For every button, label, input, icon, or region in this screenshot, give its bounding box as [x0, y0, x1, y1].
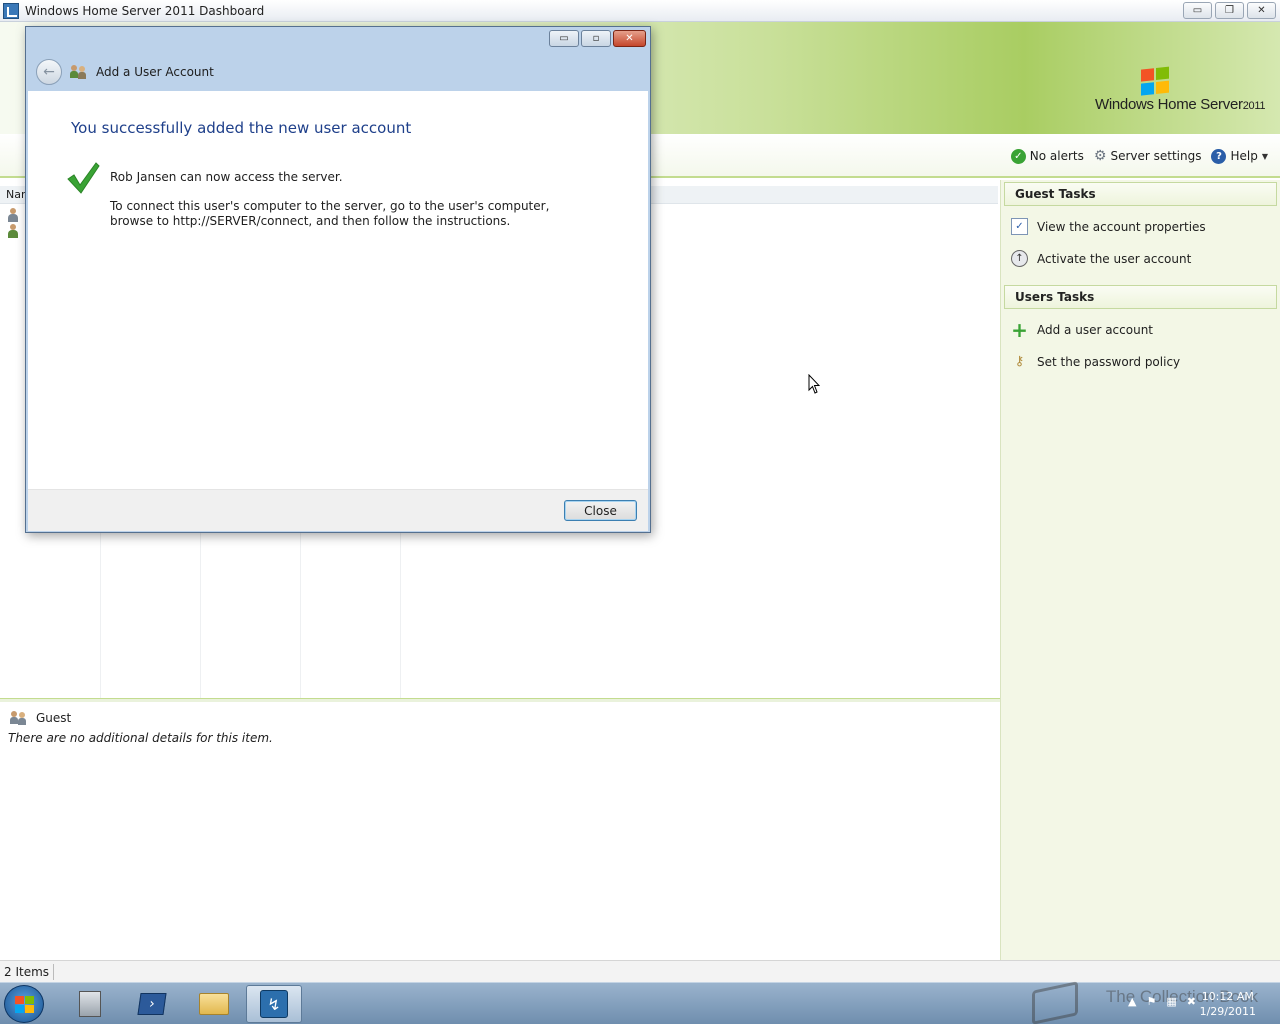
windows-flag-icon [1141, 66, 1171, 97]
details-pane: Guest There are no additional details fo… [0, 702, 1000, 960]
taskbar-powershell[interactable]: › [124, 985, 180, 1023]
close-button[interactable]: Close [564, 500, 637, 521]
logo-text: Windows Home Server2011 [1095, 96, 1266, 113]
back-arrow-icon[interactable]: ← [36, 59, 62, 85]
server-settings-button[interactable]: ⚙ Server settings [1094, 148, 1202, 164]
dialog-maximize-button[interactable]: ▫ [581, 30, 611, 47]
add-plus-icon: + [1011, 317, 1028, 342]
windows-start-icon [15, 996, 35, 1014]
dialog-header: ← Add a User Account [30, 51, 646, 93]
activate-arrow-icon: ↑ [1011, 250, 1028, 267]
help-button[interactable]: ? Help ▼ [1211, 148, 1268, 164]
help-label: Help [1230, 149, 1258, 163]
success-message: Rob Jansen can now access the server. [110, 170, 343, 184]
taskbar-server-manager[interactable] [62, 985, 118, 1023]
main-title-bar[interactable]: Windows Home Server 2011 Dashboard ▭ ❐ ✕ [0, 0, 1280, 22]
details-note: There are no additional details for this… [8, 731, 273, 745]
dialog-minimize-button[interactable]: ▭ [549, 30, 579, 47]
system-tray: ▲ ⚑ ▦ ✖ [1128, 995, 1196, 1008]
task-view-account-properties[interactable]: ✓ View the account properties [1011, 218, 1206, 235]
start-button[interactable] [4, 985, 44, 1023]
clock-date: 1/29/2011 [1199, 1005, 1256, 1018]
server-manager-icon [79, 991, 101, 1017]
windows-taskbar: › ↯ The Collection Book ▲ ⚑ ▦ ✖ 10:12 AM… [0, 982, 1280, 1024]
gear-icon: ⚙ [1093, 148, 1107, 164]
success-check-icon [67, 162, 100, 194]
dialog-footer: Close [28, 489, 648, 531]
details-title: Guest [36, 711, 72, 725]
task-label: Add a user account [1037, 322, 1154, 337]
guest-users-icon [10, 710, 28, 726]
success-heading: You successfully added the new user acco… [71, 119, 412, 137]
keys-icon: ⚷ [1014, 354, 1025, 369]
items-count: 2 Items [0, 963, 55, 980]
alerts-status[interactable]: ✓ No alerts [1010, 148, 1084, 164]
task-label: Activate the user account [1037, 251, 1192, 266]
connect-instructions: To connect this user's computer to the s… [110, 199, 550, 228]
task-set-password-policy[interactable]: ⚷ Set the password policy [1011, 353, 1180, 370]
tasks-pane: Guest Tasks ✓ View the account propertie… [1000, 180, 1280, 960]
tray-action-center-icon[interactable]: ⚑ [1147, 995, 1157, 1008]
help-icon: ? [1211, 148, 1227, 164]
task-activate-user-account[interactable]: ↑ Activate the user account [1011, 250, 1191, 267]
dashboard-icon: ↯ [260, 990, 288, 1018]
main-window-controls: ▭ ❐ ✕ [1183, 2, 1276, 19]
properties-icon: ✓ [1011, 218, 1028, 235]
server-settings-label: Server settings [1110, 149, 1202, 163]
tray-volume-muted-icon[interactable]: ✖ [1187, 995, 1196, 1008]
clock-time: 10:12 AM [1201, 990, 1254, 1003]
main-restore-button[interactable]: ❐ [1215, 2, 1244, 19]
tray-show-hidden-icon[interactable]: ▲ [1128, 995, 1136, 1008]
details-header: Guest [10, 710, 71, 726]
dialog-title: Add a User Account [96, 65, 214, 79]
status-bar: 2 Items [0, 960, 1280, 982]
task-add-user-account[interactable]: + Add a user account [1011, 317, 1154, 342]
guest-user-icon[interactable] [6, 208, 20, 222]
taskbar-clock[interactable]: 10:12 AM 1/29/2011 [1200, 989, 1256, 1019]
dialog-body: You successfully added the new user acco… [28, 91, 648, 489]
user-icon[interactable] [6, 224, 20, 238]
dashboard-app-icon [3, 2, 19, 19]
users-icon [70, 64, 88, 80]
users-tasks-header: Users Tasks [1004, 285, 1277, 309]
chevron-down-icon[interactable]: ▼ [1262, 152, 1268, 161]
dialog-close-x-button[interactable]: ✕ [613, 30, 646, 47]
powershell-icon: › [137, 993, 167, 1015]
dialog-window-controls: ▭ ▫ ✕ [549, 30, 646, 47]
folder-icon [199, 993, 229, 1015]
main-minimize-button[interactable]: ▭ [1183, 2, 1212, 19]
alerts-ok-icon: ✓ [1010, 148, 1026, 164]
main-window-title: Windows Home Server 2011 Dashboard [25, 3, 265, 18]
tray-network-icon[interactable]: ▦ [1166, 995, 1176, 1008]
main-close-button[interactable]: ✕ [1247, 2, 1276, 19]
mouse-cursor-icon [808, 374, 820, 394]
taskbar-dashboard[interactable]: ↯ [246, 985, 302, 1023]
guest-tasks-header: Guest Tasks [1004, 182, 1277, 206]
task-label: Set the password policy [1037, 354, 1181, 369]
add-user-account-dialog: ▭ ▫ ✕ ← Add a User Account You successfu… [25, 26, 651, 533]
task-label: View the account properties [1037, 219, 1206, 234]
taskbar-explorer[interactable] [186, 985, 242, 1023]
windows-home-server-logo: Windows Home Server2011 [1095, 66, 1270, 138]
alerts-label: No alerts [1029, 149, 1084, 163]
